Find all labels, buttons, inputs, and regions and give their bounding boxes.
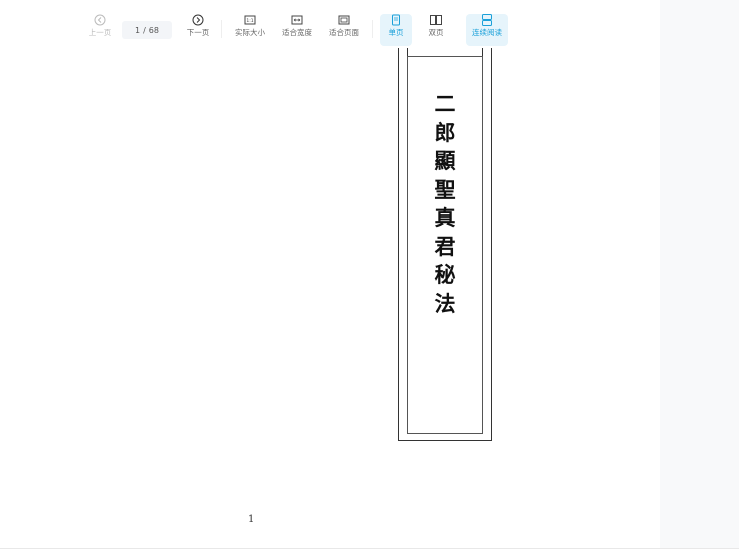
single-page-button[interactable]: 单页 [380, 14, 412, 46]
double-page-button[interactable]: 双页 [420, 14, 452, 46]
actual-size-button[interactable]: 1:1 实际大小 [228, 14, 272, 46]
title-char: 法 [434, 290, 456, 316]
chevron-left-circle-icon [94, 14, 106, 26]
page-separator: / [143, 25, 146, 35]
total-pages: 68 [148, 25, 159, 35]
title-char: 君 [434, 233, 456, 259]
fit-width-button[interactable]: 适合宽度 [275, 14, 319, 46]
next-page-button[interactable]: 下一页 [176, 14, 220, 46]
viewer-toolbar: 上一页 1 / 68 下一页 1:1 实际大小 适合宽度 适合页面 单页 双页 … [0, 0, 660, 49]
single-page-label: 单页 [388, 28, 404, 37]
title-char: 真 [434, 205, 456, 230]
bottom-divider [0, 548, 739, 549]
continuous-reading-button[interactable]: 连续阅读 [466, 14, 508, 46]
single-page-icon [392, 14, 400, 26]
svg-text:1:1: 1:1 [246, 18, 253, 24]
fit-width-label: 适合宽度 [282, 28, 312, 37]
book-cover-title-slip: 二 郎 顯 聖 真 君 秘 法 [398, 48, 492, 441]
fit-width-icon [291, 15, 303, 25]
toolbar-divider [221, 20, 222, 38]
prev-page-button[interactable]: 上一页 [78, 14, 122, 46]
actual-size-icon: 1:1 [244, 15, 256, 25]
side-panel [660, 0, 739, 548]
fit-page-label: 适合页面 [329, 28, 359, 37]
double-page-label: 双页 [428, 28, 444, 37]
title-char: 聖 [434, 176, 456, 202]
current-page: 1 [135, 25, 141, 35]
book-title: 二 郎 顯 聖 真 君 秘 法 [399, 90, 491, 318]
fit-page-icon [338, 15, 350, 25]
fit-page-button[interactable]: 适合页面 [322, 14, 366, 46]
title-char: 秘 [434, 262, 456, 287]
page-number: 1 [248, 514, 255, 525]
next-page-label: 下一页 [186, 28, 210, 37]
document-viewer[interactable] [0, 48, 660, 550]
double-page-icon [430, 15, 442, 25]
continuous-reading-label: 连续阅读 [472, 28, 502, 37]
chevron-right-circle-icon [192, 14, 204, 26]
title-char: 顯 [434, 148, 456, 173]
actual-size-label: 实际大小 [235, 28, 265, 37]
continuous-reading-icon [482, 14, 492, 26]
title-char: 郎 [434, 119, 456, 145]
prev-page-label: 上一页 [88, 28, 112, 37]
toolbar-divider [372, 20, 373, 38]
page-indicator[interactable]: 1 / 68 [122, 21, 172, 39]
title-char: 二 [434, 91, 456, 116]
